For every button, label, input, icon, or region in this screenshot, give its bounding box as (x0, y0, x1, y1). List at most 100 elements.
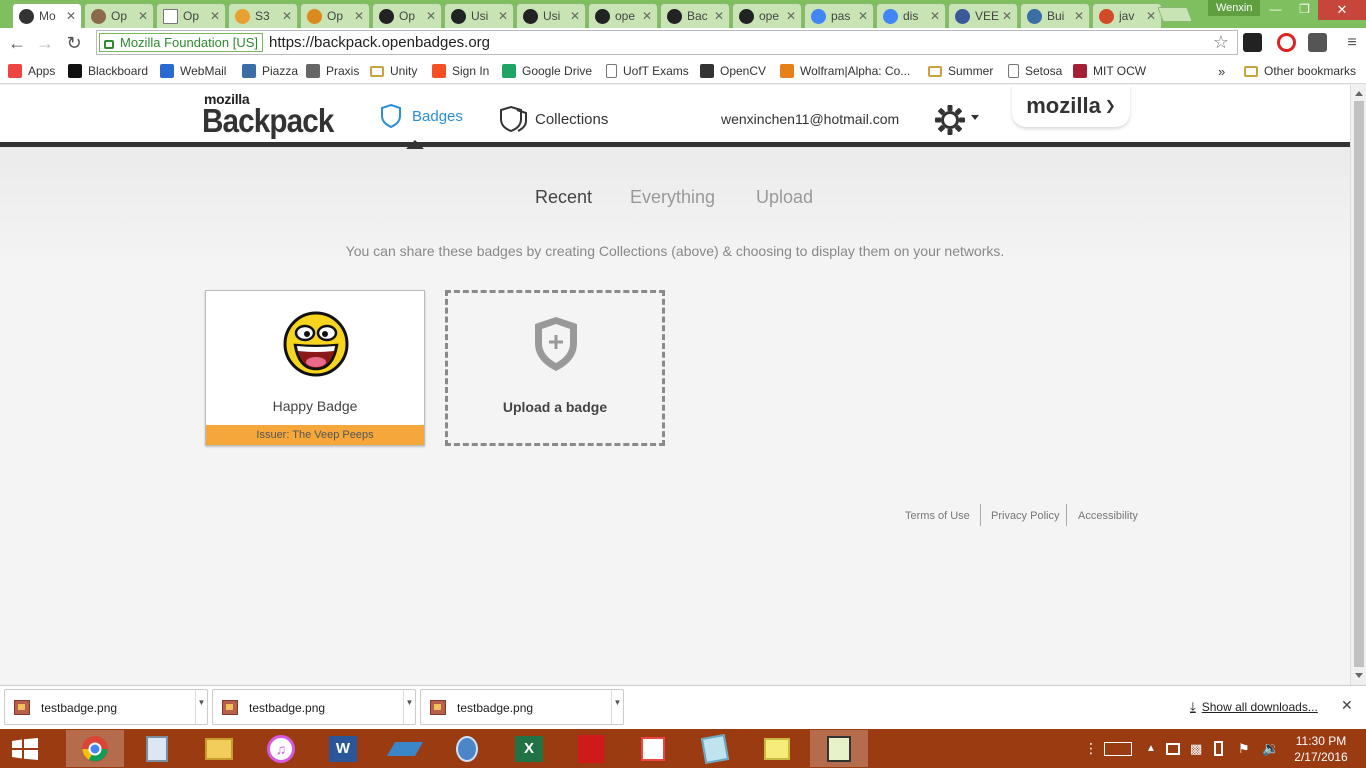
ev-certificate-badge[interactable]: Mozilla Foundation [US] (99, 33, 264, 52)
minimize-icon[interactable]: — (1262, 0, 1289, 18)
taskbar-word[interactable]: W (314, 730, 372, 767)
gear-icon[interactable] (934, 104, 966, 136)
restore-icon[interactable]: ❐ (1291, 0, 1318, 18)
bookmark-item[interactable]: MIT OCW (1073, 62, 1146, 80)
browser-tab[interactable]: S3 ✕ (228, 3, 298, 28)
bookmark-star-icon[interactable]: ☆ (1213, 32, 1229, 53)
tab-close-icon[interactable]: ✕ (1145, 9, 1157, 23)
chevron-down-icon[interactable]: ▼ (403, 690, 415, 724)
taskbar-itunes[interactable]: ♫ (252, 730, 310, 767)
tab-close-icon[interactable]: ✕ (65, 9, 77, 23)
logo-backpack-text[interactable]: Backpack (202, 102, 334, 140)
browser-tab[interactable]: Op ✕ (156, 3, 226, 28)
bookmark-item[interactable]: OpenCV (700, 62, 766, 80)
taskbar-acrobat[interactable] (562, 730, 620, 767)
extension-glasses-icon[interactable] (1243, 33, 1262, 52)
subtab-upload[interactable]: Upload (756, 187, 813, 208)
subtab-recent[interactable]: Recent (535, 187, 592, 208)
tab-close-icon[interactable]: ✕ (209, 9, 221, 23)
download-item[interactable]: testbadge.png ▼ (212, 689, 416, 725)
taskbar-excel[interactable]: X (500, 730, 558, 767)
tab-close-icon[interactable]: ✕ (641, 9, 653, 23)
badge-card[interactable]: Happy Badge Issuer: The Veep Peeps (205, 290, 425, 446)
forward-icon[interactable]: → (33, 31, 57, 55)
bookmark-item[interactable]: Piazza (242, 62, 298, 80)
network-icon[interactable]: ▩ (1190, 729, 1202, 768)
download-item[interactable]: testbadge.png ▼ (4, 689, 208, 725)
bookmark-item[interactable]: Blackboard (68, 62, 148, 80)
tab-close-icon[interactable]: ✕ (785, 9, 797, 23)
bookmark-item[interactable]: UofT Exams (606, 62, 689, 80)
tab-close-icon[interactable]: ✕ (1073, 9, 1085, 23)
flag-icon[interactable]: ⚑ (1238, 729, 1250, 768)
subtab-everything[interactable]: Everything (630, 187, 715, 208)
vertical-scrollbar[interactable] (1350, 85, 1366, 685)
browser-tab[interactable]: Usi ✕ (444, 3, 514, 28)
nav-badges[interactable]: Badges (380, 103, 463, 129)
tab-close-icon[interactable]: ✕ (569, 9, 581, 23)
bookmark-item[interactable]: Apps (8, 62, 55, 80)
bookmark-item[interactable]: Summer (928, 62, 993, 80)
chevron-down-icon[interactable]: ▼ (611, 690, 623, 724)
footer-terms-link[interactable]: Terms of Use (905, 510, 970, 522)
browser-tab[interactable]: Op ✕ (84, 3, 154, 28)
taskbar-chrome[interactable] (66, 730, 124, 767)
taskbar-explorer[interactable] (190, 730, 248, 767)
scroll-down-icon[interactable] (1355, 673, 1363, 678)
browser-tab[interactable]: dis ✕ (876, 3, 946, 28)
opera-extension-icon[interactable] (1277, 33, 1296, 52)
close-icon[interactable]: ✕ (1341, 697, 1353, 714)
user-email[interactable]: wenxinchen11@hotmail.com (721, 111, 899, 127)
bookmark-item[interactable]: WebMail (160, 62, 226, 80)
browser-tab[interactable]: VEE ✕ (948, 3, 1018, 28)
new-tab-button[interactable] (1157, 7, 1193, 22)
tab-close-icon[interactable]: ✕ (281, 9, 293, 23)
scrollbar-thumb[interactable] (1354, 101, 1364, 667)
profile-button[interactable]: Wenxin (1208, 0, 1261, 16)
mozilla-tab-button[interactable]: mozilla ❯ (1012, 85, 1130, 127)
chevron-down-icon[interactable] (971, 115, 979, 120)
browser-tab[interactable]: Usi ✕ (516, 3, 586, 28)
keyboard-icon[interactable] (1104, 729, 1132, 768)
taskbar-app-grid[interactable] (624, 730, 682, 767)
nav-collections[interactable]: Collections (498, 103, 608, 135)
footer-accessibility-link[interactable]: Accessibility (1078, 510, 1138, 522)
taskbar-app-eraser[interactable] (376, 730, 434, 767)
tab-close-icon[interactable]: ✕ (857, 9, 869, 23)
browser-tab[interactable]: ope ✕ (732, 3, 802, 28)
browser-tab[interactable]: ope ✕ (588, 3, 658, 28)
taskbar-calculator[interactable] (128, 730, 186, 767)
show-all-downloads-link[interactable]: ⤓ Show all downloads... (1190, 699, 1318, 715)
reload-icon[interactable]: ↻ (62, 31, 86, 55)
bookmarks-overflow-button[interactable]: » (1218, 62, 1225, 80)
other-bookmarks-folder[interactable]: Other bookmarks (1244, 62, 1356, 80)
footer-privacy-link[interactable]: Privacy Policy (991, 510, 1059, 522)
chevron-down-icon[interactable]: ▼ (195, 690, 207, 724)
volume-icon[interactable]: 🔉 (1262, 729, 1279, 768)
taskbar-app-drop[interactable] (438, 730, 496, 767)
tray-overflow-icon[interactable]: ▲ (1146, 729, 1156, 768)
taskbar-app-notepad[interactable] (686, 730, 744, 767)
browser-tab[interactable]: pas ✕ (804, 3, 874, 28)
bookmark-item[interactable]: Google Drive (502, 62, 592, 80)
battery-icon[interactable] (1214, 729, 1223, 768)
url-text[interactable]: https://backpack.openbadges.org (269, 34, 490, 51)
tab-close-icon[interactable]: ✕ (1001, 9, 1013, 23)
tab-close-icon[interactable]: ✕ (929, 9, 941, 23)
tab-close-icon[interactable]: ✕ (497, 9, 509, 23)
bookmark-item[interactable]: Unity (370, 62, 417, 80)
tab-close-icon[interactable]: ✕ (713, 9, 725, 23)
tab-close-icon[interactable]: ✕ (425, 9, 437, 23)
bookmark-item[interactable]: Praxis (306, 62, 359, 80)
browser-tab[interactable]: Mo ✕ (12, 3, 82, 28)
back-icon[interactable]: ← (5, 31, 29, 55)
system-clock[interactable]: 11:30 PM 2/17/2016 (1288, 733, 1354, 765)
taskbar-app-chart[interactable] (810, 730, 868, 767)
browser-tab[interactable]: Op ✕ (300, 3, 370, 28)
download-item[interactable]: testbadge.png ▼ (420, 689, 624, 725)
scroll-up-icon[interactable] (1355, 91, 1363, 96)
windows-start-icon[interactable] (12, 738, 38, 760)
browser-tab[interactable]: jav ✕ (1092, 3, 1162, 28)
window-close-button[interactable]: ✕ (1318, 0, 1366, 20)
chrome-menu-icon[interactable]: ≡ (1340, 31, 1364, 55)
